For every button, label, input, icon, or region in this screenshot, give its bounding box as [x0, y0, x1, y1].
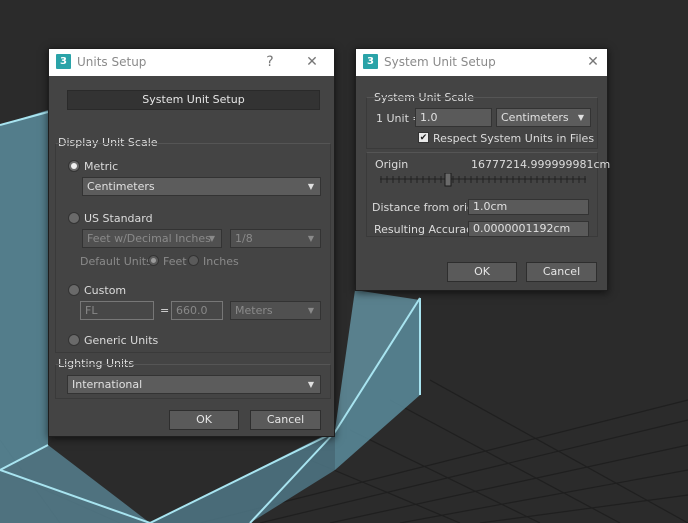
units-setup-dialog: 3 Units Setup ? ✕ System Unit Setup Disp…	[48, 48, 335, 437]
origin-label: Origin	[375, 158, 409, 171]
custom-radio[interactable]	[68, 284, 80, 296]
us-fraction-value: 1/8	[235, 232, 253, 245]
us-unit-value: Feet w/Decimal Inches	[87, 232, 211, 245]
chevron-down-icon: ▼	[307, 234, 314, 243]
display-unit-scale-group	[55, 143, 331, 353]
us-standard-label: US Standard	[84, 212, 153, 225]
system-unit-setup-dialog: 3 System Unit Setup ✕ System Unit Scale …	[355, 48, 611, 291]
units-setup-titlebar[interactable]: 3 Units Setup ? ✕	[49, 49, 334, 76]
chevron-down-icon: ▼	[307, 182, 314, 191]
metric-unit-value: Centimeters	[87, 180, 155, 193]
chevron-down-icon: ▼	[307, 306, 314, 315]
feet-label: Feet	[163, 255, 187, 268]
chevron-down-icon: ▼	[577, 113, 584, 122]
cancel-button[interactable]: Cancel	[526, 262, 597, 282]
distance-input[interactable]: 1.0cm	[468, 199, 589, 215]
ok-button[interactable]: OK	[169, 410, 239, 430]
us-fraction-dropdown[interactable]: 1/8 ▼	[230, 229, 321, 248]
system-unit-setup-titlebar[interactable]: 3 System Unit Setup ✕	[356, 49, 607, 76]
accuracy-input[interactable]: 0.0000001192cm	[468, 221, 589, 237]
help-button[interactable]: ?	[259, 52, 281, 72]
system-unit-setup-title: System Unit Setup	[384, 55, 496, 69]
respect-system-units-checkbox[interactable]: ✔	[418, 132, 429, 143]
ok-button[interactable]: OK	[447, 262, 517, 282]
metric-radio[interactable]	[68, 160, 80, 172]
generic-units-label: Generic Units	[84, 334, 159, 347]
system-unit-value: Centimeters	[501, 111, 569, 124]
units-setup-title: Units Setup	[77, 55, 147, 69]
custom-amount-input[interactable]: 660.0	[171, 301, 223, 320]
custom-unit-value: Meters	[235, 304, 273, 317]
us-standard-radio[interactable]	[68, 212, 80, 224]
respect-system-units-label: Respect System Units in Files	[433, 132, 595, 145]
metric-label: Metric	[84, 160, 119, 173]
custom-name-input[interactable]: FL	[80, 301, 154, 320]
3ds-max-icon: 3	[56, 54, 71, 69]
close-button[interactable]: ✕	[301, 52, 323, 72]
chevron-down-icon: ▼	[307, 380, 314, 389]
3ds-max-icon: 3	[363, 54, 378, 69]
lighting-units-dropdown[interactable]: International ▼	[67, 375, 321, 394]
system-unit-setup-button[interactable]: System Unit Setup	[67, 90, 320, 110]
inches-label: Inches	[203, 255, 239, 268]
us-unit-dropdown[interactable]: Feet w/Decimal Inches ▼	[82, 229, 222, 248]
slider-thumb[interactable]	[444, 173, 452, 187]
custom-label: Custom	[84, 284, 127, 297]
metric-unit-dropdown[interactable]: Centimeters ▼	[82, 177, 321, 196]
chevron-down-icon: ▼	[208, 234, 215, 243]
lighting-units-value: International	[72, 378, 143, 391]
inches-radio[interactable]	[188, 255, 199, 266]
system-unit-dropdown[interactable]: Centimeters ▼	[496, 108, 591, 127]
custom-unit-dropdown[interactable]: Meters ▼	[230, 301, 321, 320]
accuracy-label: Resulting Accuracy:	[374, 223, 482, 236]
cancel-button[interactable]: Cancel	[250, 410, 321, 430]
one-unit-input[interactable]: 1.0	[415, 108, 492, 127]
custom-equals: =	[160, 304, 170, 317]
origin-value: 16777214.999999981cm	[471, 158, 611, 171]
default-units-label: Default Units:	[80, 255, 156, 268]
close-button[interactable]: ✕	[582, 52, 604, 72]
generic-units-radio[interactable]	[68, 334, 80, 346]
feet-radio[interactable]	[148, 255, 159, 266]
origin-slider[interactable]	[380, 173, 588, 187]
